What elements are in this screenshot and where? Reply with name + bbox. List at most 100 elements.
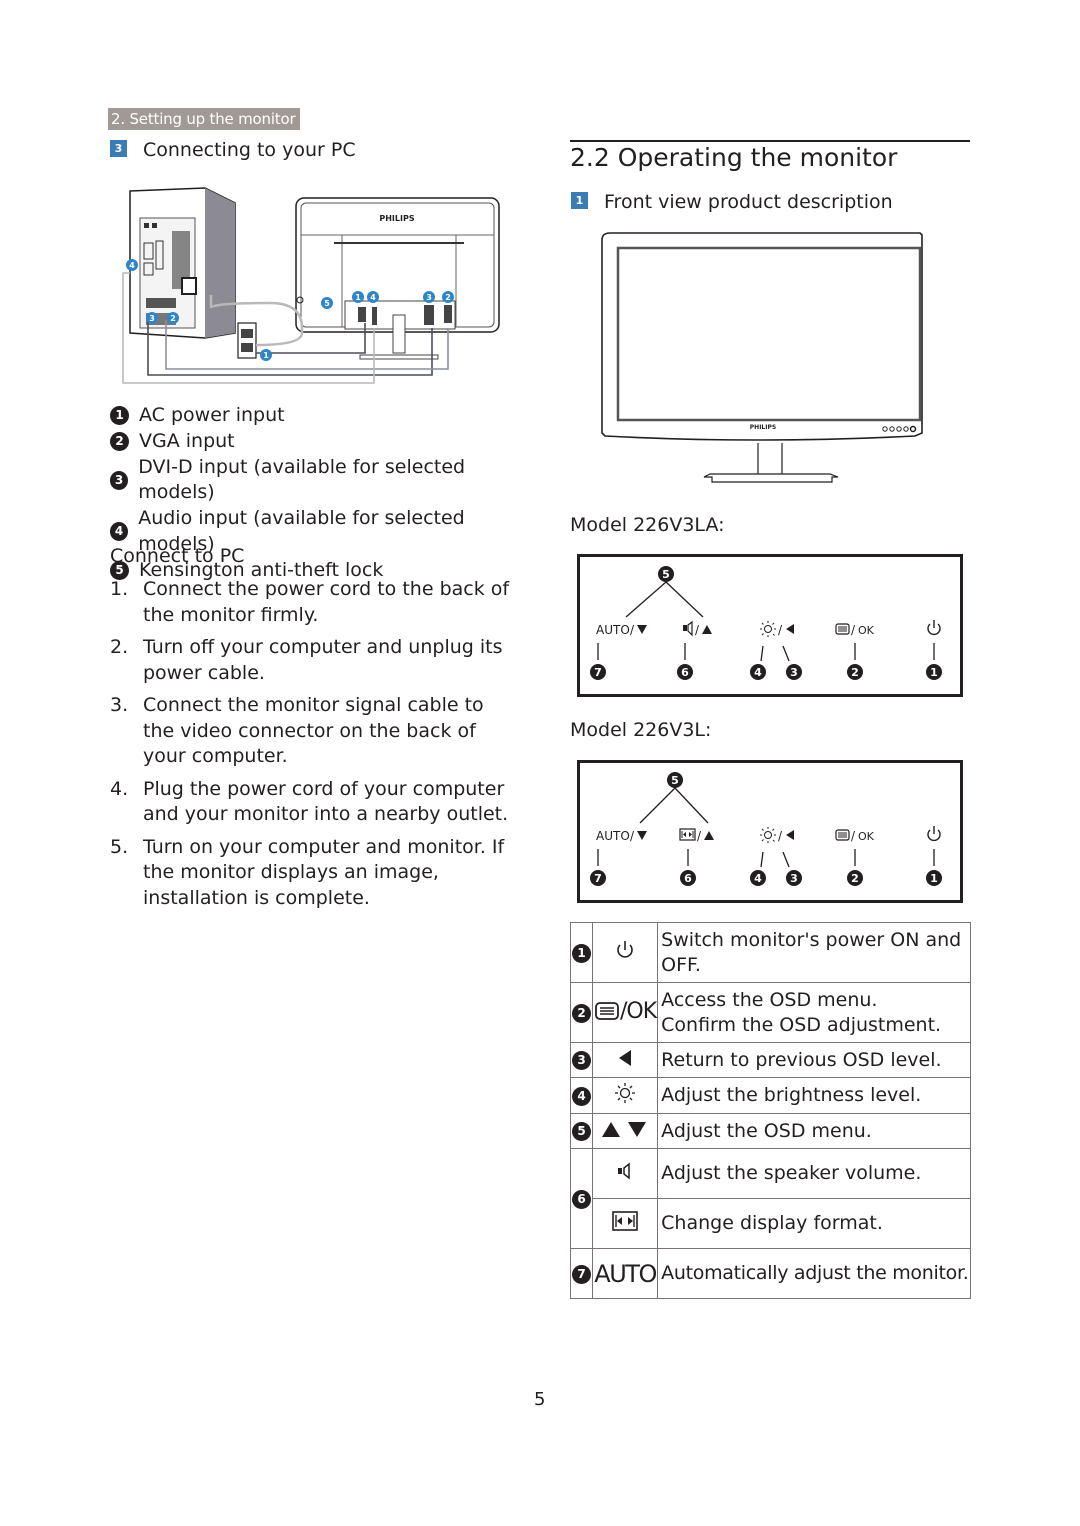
svg-text:3: 3 bbox=[149, 314, 155, 323]
step-item: 3. Connect the monitor signal cable to th… bbox=[110, 694, 484, 767]
table-row: 4 Adjust the brightness level. bbox=[570, 1077, 972, 1114]
power-icon bbox=[617, 941, 633, 958]
setup-steps: 1. Connect the power cord to the back of … bbox=[110, 577, 520, 918]
auto-label: AUTO bbox=[596, 623, 630, 637]
left-arrow-icon bbox=[619, 1049, 632, 1066]
connect-to-pc-heading: Connect to PC bbox=[110, 545, 245, 567]
number-dot: 2 bbox=[572, 1003, 591, 1023]
svg-text:7: 7 bbox=[594, 666, 602, 679]
auto-label: AUTO bbox=[596, 829, 630, 843]
subsection-number-badge: 1 bbox=[571, 192, 588, 209]
callout-4-pc: 4 bbox=[126, 259, 138, 271]
svg-text:3: 3 bbox=[790, 666, 798, 679]
callout-2-pc: 2 bbox=[167, 312, 179, 324]
section-rule bbox=[570, 140, 970, 142]
down-arrow-icon bbox=[637, 831, 647, 840]
svg-text:3: 3 bbox=[426, 293, 432, 302]
key-volume-up: / bbox=[683, 620, 712, 637]
section-heading-connecting: 3 Connecting to your PC bbox=[110, 139, 356, 161]
svg-text:2: 2 bbox=[851, 872, 859, 885]
step-item: 4. Plug the power cord of your computer a… bbox=[110, 777, 509, 826]
legend-label: VGA input bbox=[139, 429, 235, 452]
model-label-226v3l: Model 226V3L: bbox=[570, 719, 712, 741]
section-title: Connecting to your PC bbox=[143, 139, 356, 161]
auto-icon: AUTO bbox=[594, 1259, 657, 1288]
svg-text:2: 2 bbox=[851, 666, 859, 679]
number-dot: 4 bbox=[110, 522, 129, 542]
key-auto-down: AUTO / bbox=[596, 829, 647, 843]
control-panel-226v3la: 5 AUTO / / / / OK 7 6 4 3 2 1 bbox=[577, 554, 963, 697]
svg-text:6: 6 bbox=[681, 666, 689, 679]
number-dot: 3 bbox=[572, 1051, 591, 1070]
speaker-icon bbox=[618, 1162, 630, 1180]
pc-tower-illustration bbox=[129, 187, 236, 339]
row-description: Access the OSD menu. Confirm the OSD adj… bbox=[657, 982, 972, 1043]
svg-text:4: 4 bbox=[754, 666, 762, 679]
svg-text:4: 4 bbox=[370, 293, 376, 302]
brightness-icon bbox=[615, 1083, 636, 1103]
callout-4-monitor: 4 bbox=[367, 291, 379, 303]
legend-item: 2 VGA input bbox=[110, 429, 530, 455]
svg-text:4: 4 bbox=[129, 261, 135, 270]
number-dot: 5 bbox=[572, 1122, 591, 1141]
menu-icon bbox=[835, 829, 850, 841]
menu-ok-icon: /OK bbox=[594, 999, 657, 1024]
number-dot: 6 bbox=[572, 1189, 591, 1209]
wall-outlet-illustration bbox=[237, 322, 257, 359]
power-icon bbox=[927, 620, 941, 636]
step-item: 5. Turn on your computer and monitor. If … bbox=[110, 835, 505, 909]
svg-text:5: 5 bbox=[671, 774, 679, 787]
key-menu-ok: / OK bbox=[835, 829, 875, 843]
callout-5-top: 5 bbox=[667, 772, 683, 788]
number-dot: 1 bbox=[110, 406, 129, 426]
table-row: 1 Switch monitor's power ON and OFF. bbox=[570, 922, 972, 983]
number-dot: 7 bbox=[572, 1264, 591, 1284]
number-dot: 1 bbox=[572, 943, 591, 963]
callout-5-top: 5 bbox=[658, 566, 674, 582]
up-down-arrows-icon bbox=[602, 1121, 647, 1137]
table-row: 2 /OK Access the OSD menu. Confirm the O… bbox=[570, 982, 972, 1043]
left-arrow-icon bbox=[786, 624, 794, 634]
row-description: Return to previous OSD level. bbox=[657, 1042, 972, 1078]
brightness-icon bbox=[760, 621, 776, 637]
key-menu-ok: / OK bbox=[835, 623, 875, 637]
key-auto-down: AUTO / bbox=[596, 623, 647, 637]
bottom-callouts: 7 6 4 3 2 1 bbox=[590, 870, 942, 886]
section-title-operating: 2.2 Operating the monitor bbox=[570, 143, 898, 172]
callout-3-monitor: 3 bbox=[423, 291, 435, 303]
row-description: Automatically adjust the monitor. bbox=[657, 1248, 972, 1299]
svg-text:2: 2 bbox=[445, 293, 451, 302]
subsection-heading-front-view: 1 Front view product description bbox=[571, 191, 893, 213]
callout-1-outlet: 1 bbox=[260, 349, 272, 361]
up-arrow-icon bbox=[702, 625, 712, 634]
step-item: 1. Connect the power cord to the back of … bbox=[110, 578, 510, 626]
front-brand-label: PHILIPS bbox=[750, 424, 776, 431]
svg-text:5: 5 bbox=[662, 568, 670, 581]
svg-text:/: / bbox=[630, 829, 635, 843]
legend-label: DVI-D input (available for selected mode… bbox=[138, 455, 466, 504]
key-brightness-left: / bbox=[760, 827, 794, 843]
key-format-up: / bbox=[679, 828, 714, 843]
svg-text:/: / bbox=[630, 623, 635, 637]
svg-text:OK: OK bbox=[858, 624, 875, 637]
number-dot: 2 bbox=[110, 432, 129, 452]
svg-text:1: 1 bbox=[355, 293, 361, 302]
row-description: Adjust the speaker volume. bbox=[657, 1148, 972, 1199]
monitor-front-illustration: PHILIPS bbox=[601, 232, 923, 483]
brightness-icon bbox=[760, 827, 776, 843]
svg-text:6: 6 bbox=[684, 872, 692, 885]
control-panel-diagram: 5 AUTO / / / / OK 7 6 4 3 2 1 bbox=[590, 566, 942, 680]
bottom-callouts: 7 6 4 3 2 1 bbox=[590, 664, 942, 680]
row-description: Adjust the brightness level. bbox=[657, 1077, 972, 1114]
callout-5-monitor: 5 bbox=[321, 297, 333, 309]
display-format-icon bbox=[679, 828, 696, 841]
callout-3-pc: 3 bbox=[146, 312, 158, 324]
table-row: 6 Adjust the speaker volume. bbox=[570, 1148, 972, 1249]
connection-diagram: PHILIPS 4 3 2 1 5 1 4 3 2 bbox=[122, 187, 500, 384]
svg-text:1: 1 bbox=[930, 666, 938, 679]
power-icon bbox=[927, 826, 941, 842]
table-row: 5 Adjust the OSD menu. bbox=[570, 1113, 972, 1149]
svg-text:/: / bbox=[695, 623, 700, 637]
callout-1-monitor: 1 bbox=[352, 291, 364, 303]
svg-text:3: 3 bbox=[790, 872, 798, 885]
